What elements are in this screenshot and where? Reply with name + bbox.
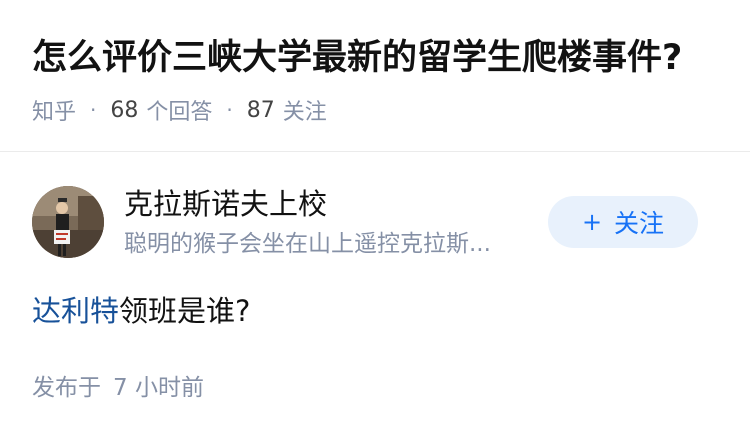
follow-button[interactable]: + 关注 [548,196,698,248]
question-meta: 知乎 · 68 个回答 · 87 关注 [32,92,327,128]
post-time: 发布于 7 小时前 [32,370,204,406]
followers-label: 关注 [282,100,327,125]
answer-content: 达利特领班是谁? [32,290,250,332]
answers-count: 68 [110,97,139,123]
author-name[interactable]: 克拉斯诺夫上校 [124,184,327,224]
author-avatar[interactable] [32,186,104,258]
meta-separator: · [226,98,233,122]
post-time-value: 7 小时前 [113,375,204,401]
post-time-prefix: 发布于 [32,375,101,401]
answer-body-text: 领班是谁? [119,294,251,328]
question-title[interactable]: 怎么评价三峡大学最新的留学生爬楼事件? [32,33,682,83]
user-avatar-icon [32,186,104,258]
answer-page: 怎么评价三峡大学最新的留学生爬楼事件? 知乎 · 68 个回答 · 87 关注 … [0,0,750,438]
answer-link[interactable]: 达利特 [32,294,119,328]
follow-button-label: 关注 [614,209,665,238]
followers-count: 87 [246,97,275,123]
author-bio: 聪明的猴子会坐在山上遥控克拉斯... [124,231,491,257]
answers-label[interactable]: 个回答 [146,94,212,126]
source-label[interactable]: 知乎 [32,94,76,126]
meta-separator: · [90,98,97,122]
section-divider [0,151,750,152]
plus-icon: + [581,208,603,236]
